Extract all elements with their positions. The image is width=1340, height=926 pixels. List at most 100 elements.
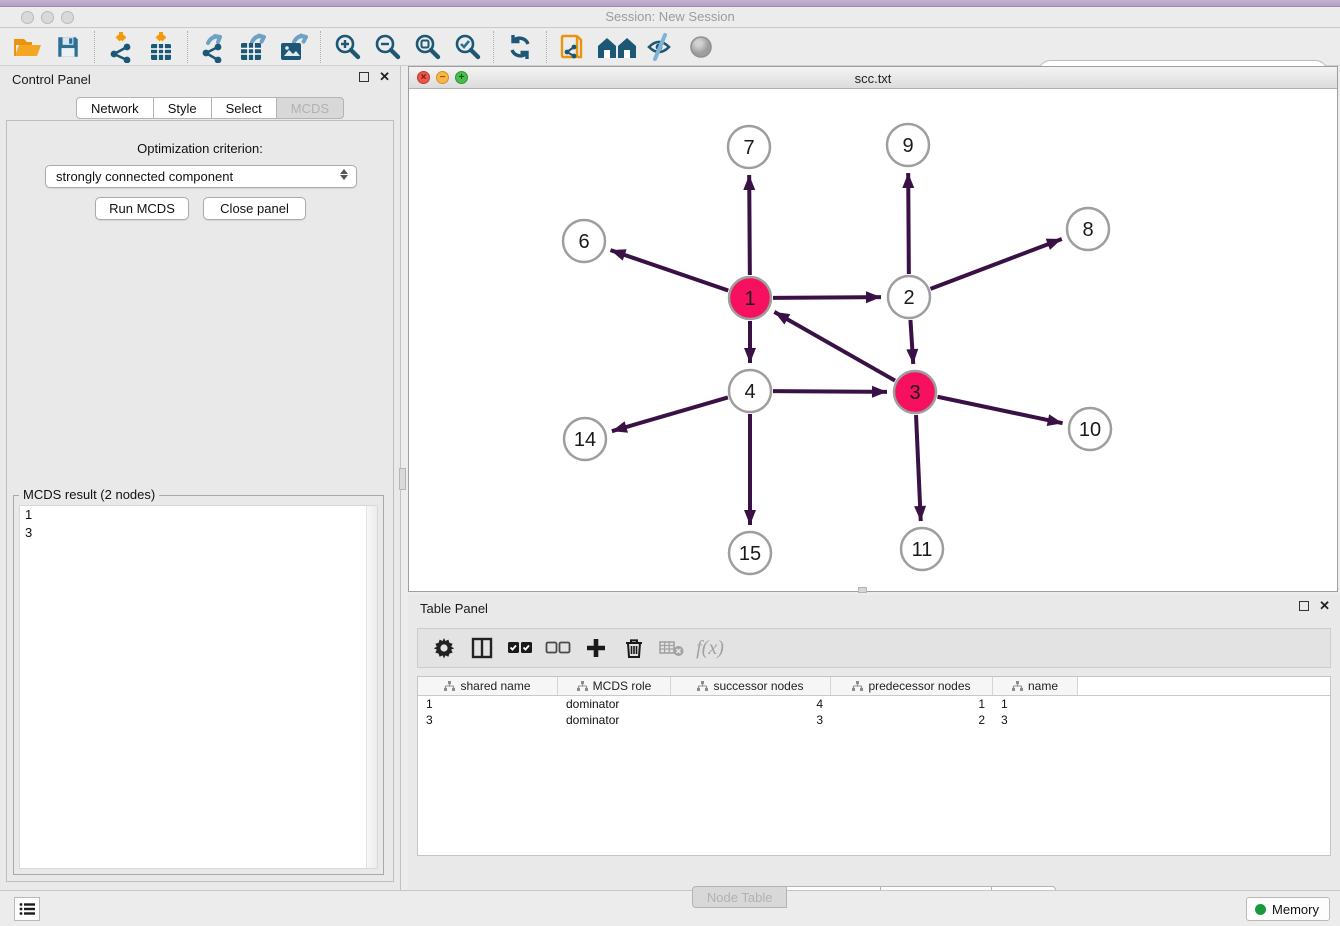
control-panel: Control Panel ✕ NetworkStyleSelectMCDS O…	[0, 66, 401, 890]
mcds-result-list[interactable]: 13	[19, 505, 378, 869]
task-history-button[interactable]	[14, 897, 40, 921]
memory-status-icon	[1255, 904, 1266, 915]
edge-2-3[interactable]	[910, 320, 913, 364]
graph-node-10[interactable]: 10	[1069, 408, 1111, 450]
main-toolbar	[0, 28, 1340, 66]
tab-style[interactable]: Style	[153, 97, 212, 119]
delete-column-icon[interactable]	[618, 632, 650, 664]
edge-1-2[interactable]	[773, 297, 881, 298]
import-table-icon[interactable]	[141, 30, 181, 64]
column-header-MCDS-role[interactable]: MCDS role	[558, 677, 671, 695]
mcds-result-group: MCDS result (2 nodes) 13	[13, 495, 384, 875]
network-canvas[interactable]: 7 9 6 8 1 2 4 3 14 10 15 11	[409, 89, 1337, 591]
control-panel-title: Control Panel	[12, 72, 91, 87]
graph-node-14[interactable]: 14	[564, 418, 606, 460]
network-frame-titlebar[interactable]: × − + scc.txt	[409, 67, 1337, 89]
status-bar: Memory	[0, 890, 1340, 926]
result-scrollbar[interactable]	[366, 506, 377, 868]
graph-node-6[interactable]: 6	[563, 220, 605, 262]
edge-2-8[interactable]	[931, 239, 1062, 289]
graph-node-2[interactable]: 2	[888, 276, 930, 318]
float-panel-icon[interactable]	[359, 72, 369, 82]
open-session-icon[interactable]	[8, 30, 48, 64]
control-panel-tabs: NetworkStyleSelectMCDS	[76, 97, 344, 119]
criterion-value: strongly connected component	[56, 169, 233, 184]
node-label: 15	[739, 543, 761, 565]
close-table-panel-icon[interactable]: ✕	[1319, 601, 1330, 611]
node-label: 10	[1079, 419, 1101, 441]
table-row[interactable]: 1dominator411	[418, 696, 1330, 712]
edge-4-14[interactable]	[612, 397, 728, 431]
panel-splitter-handle[interactable]	[399, 468, 406, 490]
function-builder-icon[interactable]: f(x)	[694, 632, 726, 664]
zoom-selected-icon[interactable]	[447, 30, 487, 64]
node-label: 9	[902, 135, 913, 157]
node-table[interactable]: shared nameMCDS rolesuccessor nodesprede…	[417, 676, 1331, 856]
run-mcds-button[interactable]: Run MCDS	[95, 197, 189, 220]
graph-node-15[interactable]: 15	[729, 532, 771, 574]
graph-node-11[interactable]: 11	[901, 528, 943, 570]
node-label: 8	[1082, 219, 1093, 241]
column-header-name[interactable]: name	[993, 677, 1078, 695]
node-label: 2	[903, 287, 914, 309]
export-table-icon[interactable]	[234, 30, 274, 64]
edge-3-1[interactable]	[774, 312, 895, 381]
edge-4-3[interactable]	[773, 391, 887, 392]
criterion-dropdown[interactable]: strongly connected component	[45, 165, 357, 188]
node-label: 6	[578, 231, 589, 253]
titlebar-accent-strip	[0, 0, 1340, 7]
split-view-icon[interactable]	[466, 632, 498, 664]
graph-node-3[interactable]: 3	[894, 371, 936, 413]
refresh-view-icon[interactable]	[500, 30, 540, 64]
float-table-panel-icon[interactable]	[1299, 601, 1309, 611]
column-header-predecessor-nodes[interactable]: predecessor nodes	[831, 677, 993, 695]
settings-icon[interactable]	[428, 632, 460, 664]
graph-node-7[interactable]: 7	[728, 126, 770, 168]
dropdown-stepper-icon	[340, 169, 349, 180]
save-session-icon[interactable]	[48, 30, 88, 64]
column-header-successor-nodes[interactable]: successor nodes	[671, 677, 831, 695]
deselect-all-icon[interactable]	[542, 632, 574, 664]
clone-network-icon[interactable]	[553, 30, 593, 64]
zoom-fit-icon[interactable]	[407, 30, 447, 64]
zoom-out-icon[interactable]	[367, 30, 407, 64]
column-header-shared-name[interactable]: shared name	[418, 677, 558, 695]
graph-node-1[interactable]: 1	[729, 277, 771, 319]
edge-3-11[interactable]	[916, 415, 921, 521]
cell-name: 3	[993, 712, 1078, 728]
close-panel-button[interactable]: Close panel	[203, 197, 306, 220]
reset-layout-icon[interactable]	[593, 30, 641, 64]
node-label: 11	[912, 539, 933, 561]
add-column-icon[interactable]	[580, 632, 612, 664]
memory-button[interactable]: Memory	[1246, 897, 1330, 921]
edge-3-10[interactable]	[938, 397, 1063, 423]
hide-graphics-icon[interactable]	[641, 30, 681, 64]
tab-select[interactable]: Select	[211, 97, 277, 119]
result-item[interactable]: 3	[20, 524, 377, 542]
result-item[interactable]: 1	[20, 506, 377, 524]
tab-network[interactable]: Network	[76, 97, 154, 119]
edge-2-9[interactable]	[908, 173, 909, 274]
edge-1-6[interactable]	[610, 250, 728, 290]
level-of-detail-icon[interactable]	[681, 30, 721, 64]
zoom-in-icon[interactable]	[327, 30, 367, 64]
network-frame-title: scc.txt	[409, 71, 1337, 86]
application-window: Session: New Session	[0, 0, 1340, 926]
graph-node-4[interactable]: 4	[729, 370, 771, 412]
tab-node-table[interactable]: Node Table	[692, 886, 788, 908]
table-row[interactable]: 3dominator323	[418, 712, 1330, 728]
graph-node-8[interactable]: 8	[1067, 208, 1109, 250]
export-image-icon[interactable]	[274, 30, 314, 64]
mcds-result-title: MCDS result (2 nodes)	[19, 487, 159, 502]
cell-MCDS-role: dominator	[558, 696, 671, 712]
close-panel-icon[interactable]: ✕	[379, 72, 390, 82]
import-network-icon[interactable]	[101, 30, 141, 64]
delete-table-icon[interactable]	[656, 632, 688, 664]
network-splitter-handle[interactable]	[858, 587, 867, 593]
graph-node-9[interactable]: 9	[887, 124, 929, 166]
cell-shared-name: 3	[418, 712, 558, 728]
tab-mcds[interactable]: MCDS	[276, 97, 344, 119]
export-network-icon[interactable]	[194, 30, 234, 64]
edge-1-7[interactable]	[749, 175, 750, 275]
select-all-icon[interactable]	[504, 632, 536, 664]
